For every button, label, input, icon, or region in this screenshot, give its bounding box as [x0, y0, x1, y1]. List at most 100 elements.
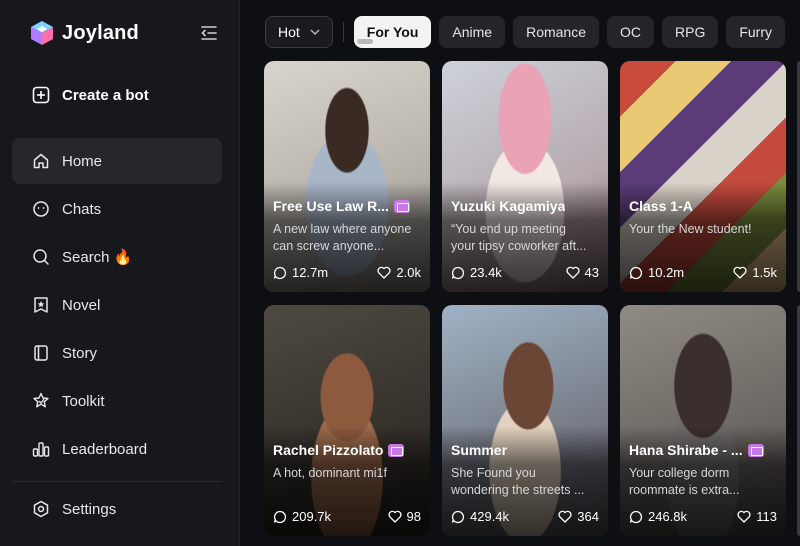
collapse-sidebar-icon[interactable] — [200, 24, 218, 42]
card-name: Hana Shirabe - ... — [629, 442, 743, 458]
chat-count-value: 12.7m — [292, 265, 329, 280]
like-count-value: 113 — [756, 509, 777, 524]
heart-icon — [558, 510, 572, 523]
story-book-icon — [34, 345, 48, 361]
card-stats: 246.8k 113 — [629, 509, 777, 524]
chat-bubble-icon — [451, 266, 465, 279]
like-count[interactable]: 2.0k — [377, 265, 421, 280]
card-desc-line: A hot, dominant mi1f — [273, 466, 387, 480]
like-count-value: 2.0k — [396, 265, 421, 280]
card-name: Summer — [451, 442, 508, 458]
chat-bubble-icon — [629, 266, 643, 279]
tab-romance[interactable]: Romance — [513, 16, 599, 48]
card-stats: 209.7k 98 — [273, 509, 421, 524]
bot-card[interactable]: Yuzuki Kagamiya “You end up meeting your … — [442, 61, 608, 292]
gear-icon — [33, 500, 49, 518]
chat-count: 12.7m — [273, 265, 328, 280]
like-count[interactable]: 364 — [558, 509, 599, 524]
like-count-value: 43 — [584, 265, 599, 280]
sidebar-item-label: Chats — [62, 200, 102, 218]
bot-card[interactable]: Class 1-A Your the New student! 10.2m 1.… — [620, 61, 786, 292]
card-description: She Found you wondering the streets ... — [451, 465, 600, 499]
heart-icon — [566, 266, 580, 279]
sidebar-item-chats[interactable]: Chats — [12, 186, 222, 232]
card-desc-line: Your college dorm — [629, 466, 730, 480]
bot-card[interactable]: Rachel Pizzolato A hot, dominant mi1f 20… — [264, 305, 430, 536]
card-stats: 10.2m 1.5k — [629, 265, 777, 280]
heart-icon — [388, 510, 402, 523]
card-name: Class 1-A — [629, 198, 693, 214]
filter-separator — [342, 22, 344, 42]
sidebar-item-label: Story — [62, 344, 98, 362]
like-count[interactable]: 1.5k — [733, 265, 777, 280]
card-description: A hot, dominant mi1f — [273, 465, 422, 482]
sidebar-item-settings[interactable]: Settings — [32, 500, 116, 518]
card-title: Hana Shirabe - ... — [629, 442, 778, 458]
sidebar-divider — [12, 481, 222, 482]
chat-count: 209.7k — [273, 509, 331, 524]
card-desc-line: can screw anyone... — [273, 239, 385, 253]
create-bot-label: Create a bot — [62, 86, 149, 104]
bot-card[interactable]: Hana Shirabe - ... Your college dorm room… — [620, 305, 786, 536]
card-desc-line: A new law where anyone — [273, 222, 412, 236]
sidebar-item-story[interactable]: Story — [12, 330, 222, 376]
tab-rpg[interactable]: RPG — [662, 16, 719, 48]
novel-star-icon — [34, 297, 48, 313]
like-count[interactable]: 98 — [388, 509, 421, 524]
tab-oc[interactable]: OC — [607, 16, 654, 48]
card-desc-line: roommate is extra... — [629, 483, 740, 497]
brand-name: Joyland — [62, 21, 139, 44]
card-title: Class 1-A — [629, 198, 778, 214]
chat-count: 429.4k — [451, 509, 509, 524]
chat-bubble-icon — [451, 510, 465, 523]
bot-card[interactable]: Summer She Found you wondering the street… — [442, 305, 608, 536]
chat-count-value: 429.4k — [470, 509, 510, 524]
create-bot-button[interactable]: Create a bot — [32, 86, 149, 104]
sidebar-item-novel[interactable]: Novel — [12, 282, 222, 328]
sidebar-item-search[interactable]: Search 🔥 — [12, 234, 222, 280]
card-description: A new law where anyone can screw anyone..… — [273, 221, 422, 255]
card-desc-line: wondering the streets ... — [451, 483, 585, 497]
card-title: Free Use Law R... — [273, 198, 422, 214]
heart-icon — [733, 266, 747, 279]
card-desc-line: your tipsy coworker aft... — [451, 239, 587, 253]
settings-label: Settings — [62, 500, 117, 518]
card-description: Your the New student! — [629, 221, 778, 238]
like-count[interactable]: 43 — [566, 265, 599, 280]
card-description: Your college dorm roommate is extra... — [629, 465, 778, 499]
toolkit-icon — [33, 392, 49, 408]
chat-smile-icon — [33, 201, 49, 217]
chat-bubble-icon — [273, 266, 287, 279]
tab-anime[interactable]: Anime — [439, 16, 506, 48]
card-title: Yuzuki Kagamiya — [451, 198, 600, 214]
sidebar-item-leaderboard[interactable]: Leaderboard — [12, 426, 222, 472]
chat-count: 23.4k — [451, 265, 502, 280]
bot-card[interactable]: Free Use Law R... A new law where anyone… — [264, 61, 430, 292]
sidebar-item-home[interactable]: Home — [12, 138, 222, 184]
like-count-value: 1.5k — [752, 265, 777, 280]
chat-count-value: 10.2m — [648, 265, 685, 280]
sort-dropdown[interactable]: Hot — [265, 16, 333, 48]
card-desc-line: “You end up meeting — [451, 222, 566, 236]
sidebar: Joyland Create a bot Home Chats Search 🔥 — [0, 0, 240, 546]
heart-icon — [737, 510, 751, 523]
chat-count: 10.2m — [629, 265, 684, 280]
chat-bubble-icon — [273, 510, 287, 523]
card-name: Rachel Pizzolato — [273, 442, 384, 458]
like-count[interactable]: 113 — [737, 509, 777, 524]
brand-logo[interactable]: Joyland — [30, 20, 139, 46]
sidebar-item-label: Toolkit — [62, 392, 105, 410]
like-count-value: 364 — [577, 509, 599, 524]
card-description: “You end up meeting your tipsy coworker a… — [451, 221, 600, 255]
tab-for-you[interactable]: For You — [353, 16, 432, 48]
card-title: Summer — [451, 442, 600, 458]
leaderboard-icon — [32, 442, 50, 457]
like-count-value: 98 — [406, 509, 421, 524]
sidebar-item-toolkit[interactable]: Toolkit — [12, 378, 222, 424]
card-stats: 429.4k 364 — [451, 509, 599, 524]
sidebar-item-label: Home — [62, 152, 103, 170]
chat-count-value: 209.7k — [292, 509, 332, 524]
tab-furry[interactable]: Furry — [726, 16, 786, 48]
sidebar-item-label: Novel — [62, 296, 101, 314]
card-title: Rachel Pizzolato — [273, 442, 422, 458]
